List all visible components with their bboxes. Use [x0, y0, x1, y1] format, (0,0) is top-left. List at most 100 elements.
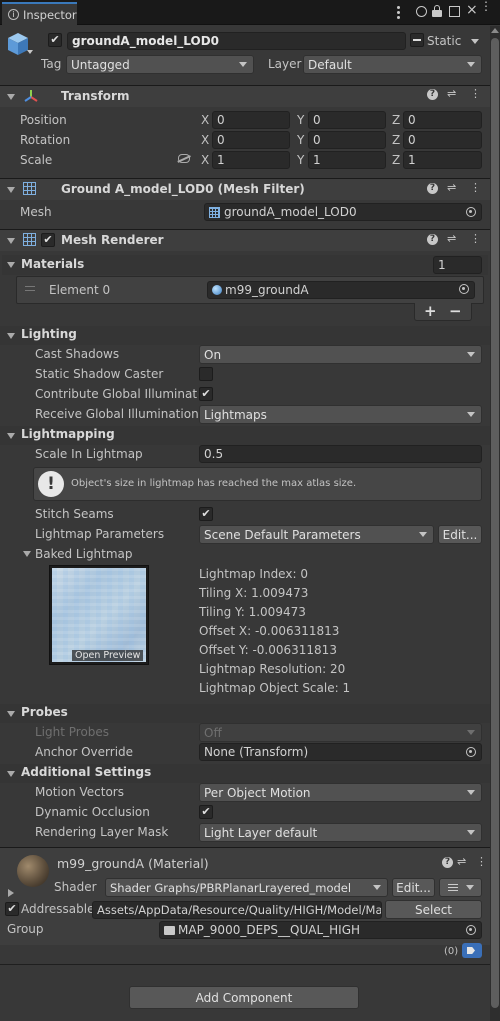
mesh-filter-help-icon[interactable]: ?: [427, 183, 438, 194]
tiling-y: Tiling Y: 1.009473: [199, 605, 306, 619]
labels-tag-icon[interactable]: [462, 943, 482, 958]
rotation-z-label[interactable]: Z: [392, 133, 400, 147]
lighting-foldout-icon[interactable]: [7, 333, 15, 339]
mesh-filter-title: Ground A_model_LOD0 (Mesh Filter): [61, 182, 305, 196]
close-icon[interactable]: ×: [466, 2, 478, 18]
panel-menu-icon[interactable]: ⋮: [480, 0, 492, 12]
rotation-x-label[interactable]: X: [201, 133, 209, 147]
mesh-renderer-foldout-icon[interactable]: [7, 238, 15, 244]
mesh-renderer-menu-icon[interactable]: ⋮: [470, 232, 481, 245]
static-checkbox[interactable]: [410, 33, 424, 47]
shader-edit-button[interactable]: Edit...: [392, 878, 435, 897]
rendering-layer-mask-dropdown[interactable]: Light Layer default: [199, 823, 482, 842]
receive-gi-dropdown[interactable]: Lightmaps: [199, 405, 482, 424]
shader-dropdown[interactable]: Shader Graphs/PBRPlanarLrayered_model: [105, 878, 388, 897]
motion-vectors-dropdown[interactable]: Per Object Motion: [199, 783, 482, 802]
position-x-label[interactable]: X: [201, 113, 209, 127]
group-picker-icon[interactable]: [466, 925, 476, 935]
anchor-override-field[interactable]: None (Transform): [199, 743, 482, 761]
help-icon[interactable]: ?: [427, 89, 438, 100]
rotation-y-field[interactable]: 0: [308, 131, 386, 149]
static-shadow-caster-checkbox[interactable]: [199, 367, 213, 381]
inspector-tab[interactable]: i Inspector: [2, 2, 77, 25]
object-name-field[interactable]: groundA_model_LOD0: [67, 32, 406, 50]
scale-x-label[interactable]: X: [201, 153, 209, 167]
mesh-picker-icon[interactable]: [466, 207, 476, 217]
add-element-button[interactable]: +: [424, 302, 437, 320]
component-menu-icon[interactable]: ⋮: [470, 87, 481, 100]
transform-foldout-icon[interactable]: [7, 94, 15, 100]
materials-count-field[interactable]: 1: [433, 256, 482, 274]
probes-section-header[interactable]: [0, 704, 490, 723]
lightmap-parameters-dropdown[interactable]: Scene Default Parameters: [199, 525, 434, 544]
cast-shadows-dropdown[interactable]: On: [199, 345, 482, 364]
cast-shadows-label: Cast Shadows: [35, 347, 120, 361]
addressable-checkbox[interactable]: ✔: [5, 902, 19, 916]
position-z-label[interactable]: Z: [392, 113, 400, 127]
mesh-object-field[interactable]: groundA_model_LOD0: [204, 203, 482, 221]
scale-x-field[interactable]: 1: [212, 151, 290, 169]
presets-icon[interactable]: ⇌: [447, 87, 456, 100]
material-object-field[interactable]: m99_groundA: [207, 281, 475, 299]
icon-dropdown-arrow[interactable]: [27, 50, 33, 54]
address-field[interactable]: Assets/AppData/Resource/Quality/HIGH/Mod…: [92, 901, 382, 919]
active-checkbox[interactable]: ✔: [48, 33, 62, 47]
additional-settings-foldout-icon[interactable]: [7, 771, 15, 777]
position-z-field[interactable]: 0: [403, 111, 482, 129]
lightmap-parameters-edit-button[interactable]: Edit...: [438, 525, 482, 544]
lightmapping-foldout-icon[interactable]: [7, 433, 15, 439]
material-presets-icon[interactable]: ⇌: [457, 855, 466, 868]
scrollbar-thumb[interactable]: [491, 38, 499, 1008]
address-select-button[interactable]: Select: [385, 900, 482, 919]
anchor-picker-icon[interactable]: [466, 747, 476, 757]
material-help-icon[interactable]: ?: [442, 857, 453, 868]
maximize-icon[interactable]: [449, 6, 460, 17]
position-x-field[interactable]: 0: [212, 111, 290, 129]
rotation-y-label[interactable]: Y: [297, 133, 304, 147]
drag-handle-icon[interactable]: [25, 286, 35, 291]
add-component-button[interactable]: Add Component: [129, 986, 359, 1009]
stitch-seams-checkbox[interactable]: ✔: [199, 507, 213, 521]
contribute-gi-checkbox[interactable]: ✔: [199, 387, 213, 401]
more-options-icon[interactable]: [397, 6, 401, 19]
group-field[interactable]: MAP_9000_DEPS__QUAL_HIGH: [159, 921, 482, 939]
position-y-label[interactable]: Y: [297, 113, 304, 127]
material-menu-icon[interactable]: ⋮: [476, 855, 487, 868]
mesh-filter-foldout-icon[interactable]: [7, 187, 15, 193]
layer-dropdown[interactable]: Default: [303, 55, 482, 74]
static-dropdown-arrow[interactable]: [471, 39, 479, 44]
scroll-up-arrow[interactable]: [491, 28, 499, 33]
scale-z-label[interactable]: Z: [392, 153, 400, 167]
mesh-filter-menu-icon[interactable]: ⋮: [470, 181, 481, 194]
mesh-filter-presets-icon[interactable]: ⇌: [447, 181, 456, 194]
scale-label: Scale: [20, 153, 53, 167]
mesh-renderer-help-icon[interactable]: ?: [427, 234, 438, 245]
light-probes-dropdown: Off: [199, 723, 482, 742]
scale-y-label[interactable]: Y: [297, 153, 304, 167]
dynamic-occlusion-checkbox[interactable]: ✔: [199, 805, 213, 819]
mesh-renderer-enabled-checkbox[interactable]: ✔: [41, 233, 55, 247]
remove-element-button[interactable]: −: [449, 302, 462, 320]
rotation-z-field[interactable]: 0: [403, 131, 482, 149]
material-picker-icon[interactable]: [459, 284, 469, 294]
debug-icon[interactable]: [416, 6, 427, 17]
materials-foldout-icon[interactable]: [7, 262, 15, 268]
scale-y-field[interactable]: 1: [308, 151, 386, 169]
scale-link-icon[interactable]: [177, 154, 191, 163]
material-preview-icon[interactable]: [17, 855, 49, 887]
scale-z-field[interactable]: 1: [403, 151, 482, 169]
rotation-x-field[interactable]: 0: [212, 131, 290, 149]
tag-dropdown[interactable]: Untagged: [66, 55, 254, 74]
baked-lightmap-foldout-icon[interactable]: [23, 551, 31, 557]
shader-value: Shader Graphs/PBRPlanarLrayered_model: [110, 880, 352, 895]
material-foldout-icon[interactable]: [8, 889, 14, 897]
shader-list-button[interactable]: [439, 878, 482, 897]
mesh-renderer-presets-icon[interactable]: ⇌: [447, 232, 456, 245]
scale-in-lightmap-field[interactable]: 0.5: [199, 445, 482, 463]
position-y-field[interactable]: 0: [308, 111, 386, 129]
probes-foldout-icon[interactable]: [7, 711, 15, 717]
lock-icon[interactable]: [432, 5, 442, 17]
open-preview-label[interactable]: Open Preview: [72, 650, 144, 661]
inspector-window: i Inspector × ⋮ ✔ groundA_model_LOD0 Sta…: [0, 0, 500, 1021]
group-label: Group: [7, 922, 44, 936]
